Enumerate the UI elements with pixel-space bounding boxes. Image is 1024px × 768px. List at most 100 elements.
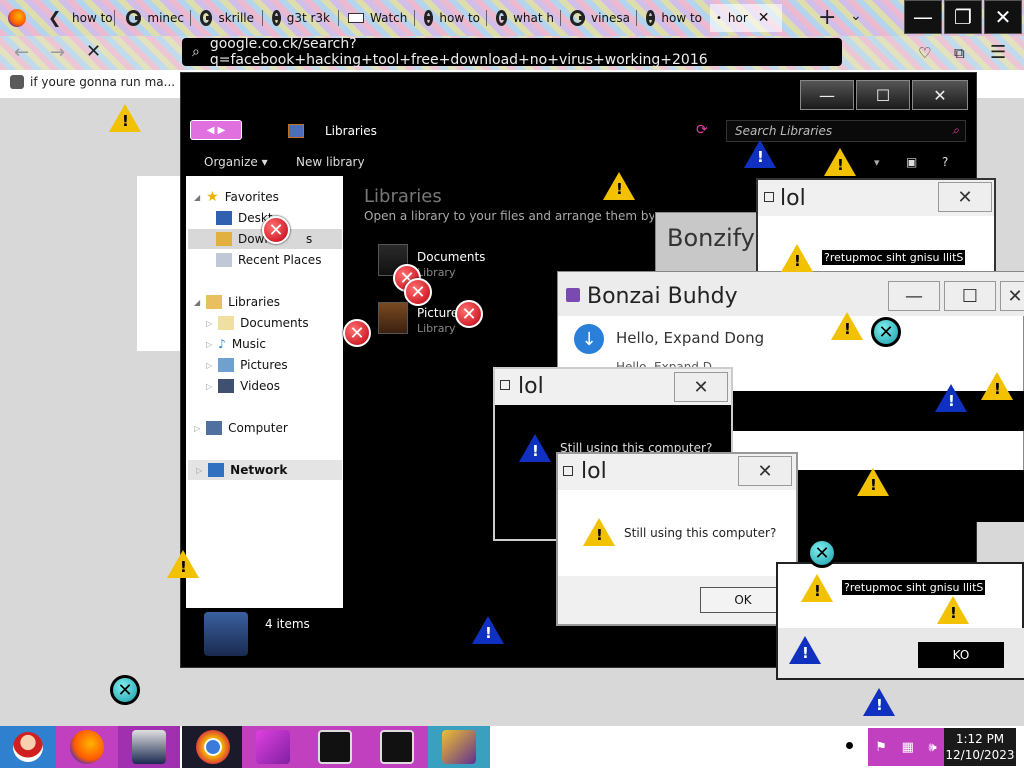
close-button[interactable]: ✕ [984,0,1022,34]
volume-tray-icon[interactable]: 🕪 [928,740,936,755]
error-icon: ✕ [262,216,290,244]
app-icon [500,380,510,390]
refresh-icon[interactable]: ⟳ [696,122,708,138]
tab-2[interactable]: minec [120,4,190,32]
taskbar-chrome[interactable] [182,726,244,768]
bonzai-close-button[interactable]: ✕ [1000,281,1024,311]
ok-button[interactable]: OK [700,587,786,613]
video-icon [348,13,364,23]
google-icon [496,10,508,26]
display-tray-icon[interactable]: ▦ [902,740,914,755]
tab-active[interactable]: • hor ✕ [710,4,782,32]
bookmark-item[interactable]: if youre gonna run ma... [10,75,175,89]
network-icon [208,463,225,477]
url-bar[interactable]: ⌕ google.co.ck/search?q=facebook+hacking… [182,36,842,68]
tab-4[interactable]: g3t r3k [266,4,336,32]
tab-7[interactable]: what h [490,4,560,32]
music-icon: ♪ [218,337,226,351]
help-icon[interactable]: ? [942,155,948,169]
new-library-button[interactable]: New library [296,155,365,169]
stop-icon[interactable]: ✕ [86,41,101,62]
lol-top-title: lol [780,186,806,211]
minimize-button[interactable]: — [904,0,942,34]
content-subheading: Open a library to your files and arrange… [364,209,654,223]
chevron-left-icon[interactable]: ❮ [48,8,61,27]
terminal-icon [380,730,414,764]
warning-icon [801,574,833,602]
tree-pictures[interactable]: ▷ Pictures [206,355,363,375]
lol-main-title: lol [581,459,607,484]
extensions-icon[interactable]: ⧉ [954,44,965,62]
tree-icon [256,730,290,764]
tree-network[interactable]: ▷ Network [188,460,342,480]
close-tab-icon[interactable]: ✕ [758,10,770,26]
lol-top-close-button[interactable]: ✕ [938,182,992,212]
libraries-icon [206,295,223,309]
tab-1[interactable]: how to [66,4,116,32]
start-button[interactable] [0,726,56,768]
google-icon [272,10,281,26]
tree-favorites[interactable]: ◢ ★ Favorites [194,187,351,207]
bonzai-minimize-button[interactable]: — [888,281,940,311]
forward-icon[interactable]: → [50,42,65,63]
explorer-maximize-button[interactable]: ☐ [856,80,910,110]
tree-music[interactable]: ▷ ♪ Music [206,334,363,354]
back-icon[interactable]: ← [14,42,29,63]
bonzai-title: Bonzai Buhdy [587,284,738,309]
status-folder-icon [204,612,248,656]
search-box[interactable]: Search Libraries ⌕ [726,120,966,142]
menu-icon[interactable]: ☰ [990,42,1006,63]
tab-6[interactable]: how to [418,4,486,32]
lol-mid-close-button[interactable]: ✕ [674,372,728,402]
preview-pane-icon[interactable]: ▣ [906,155,917,169]
breadcrumb[interactable]: Libraries [325,124,377,138]
tree-computer[interactable]: ▷ Computer [194,418,351,438]
tree-videos[interactable]: ▷ Videos [206,376,363,396]
tab-label: how to [72,11,113,25]
new-tab-icon[interactable]: + [818,5,836,30]
tab-9[interactable]: how to [640,4,708,32]
tab-8[interactable]: vinesa [564,4,636,32]
taskbar-explorer[interactable] [118,726,180,768]
alert-blue-icon [935,384,967,412]
explorer-close-button[interactable]: ✕ [912,80,968,110]
view-options-icon[interactable]: ▾ [874,156,880,169]
error-cyan-icon: ✕ [807,538,837,568]
organize-menu[interactable]: Organize ▾ [204,155,268,169]
alert-blue-icon [863,688,895,716]
warning-icon [857,468,889,496]
system-tray[interactable]: ⚑ ▦ 🕪 [868,728,944,766]
clock-time: 1:12 PM [955,732,1005,746]
ko-button[interactable]: KO [918,642,1004,668]
taskbar-app-6[interactable] [366,726,428,768]
taskbar-app-7[interactable] [428,726,490,768]
taskbar-app-4[interactable] [242,726,304,768]
tree-recent-places[interactable]: Recent Places [216,250,373,270]
lol-main-close-button[interactable]: ✕ [738,456,792,486]
tree-documents[interactable]: ▷ Documents [206,313,363,333]
taskbar-firefox[interactable] [56,726,118,768]
tab-3[interactable]: skrille [194,4,260,32]
lol-mid-title: lol [518,374,544,399]
bonzai-maximize-button[interactable]: ☐ [944,281,996,311]
chevron-down-icon[interactable]: ⌄ [850,8,862,24]
pictures-icon [218,358,235,372]
app-icon [764,192,774,202]
warning-icon [109,104,141,132]
pocket-icon[interactable]: ♡ [918,44,931,62]
google-icon [200,10,213,26]
warning-icon [603,172,635,200]
tree-desktop[interactable]: Deskt [216,208,373,228]
tab-5[interactable]: Watch [342,4,414,32]
clock-date: 12/10/2023 [945,748,1015,762]
notification-dot [846,742,853,749]
taskbar-app-5[interactable] [304,726,366,768]
clock[interactable]: 1:12 PM 12/10/2023 [944,728,1016,766]
tree-libraries[interactable]: ◢ Libraries [194,292,351,312]
restore-button[interactable]: ❐ [944,0,982,34]
network-tray-icon[interactable]: ⚑ [875,740,887,755]
terminal-icon [318,730,352,764]
nav-arrows[interactable]: ◀ ▶ [190,120,242,140]
content-heading: Libraries [364,186,442,207]
explorer-minimize-button[interactable]: — [800,80,854,110]
